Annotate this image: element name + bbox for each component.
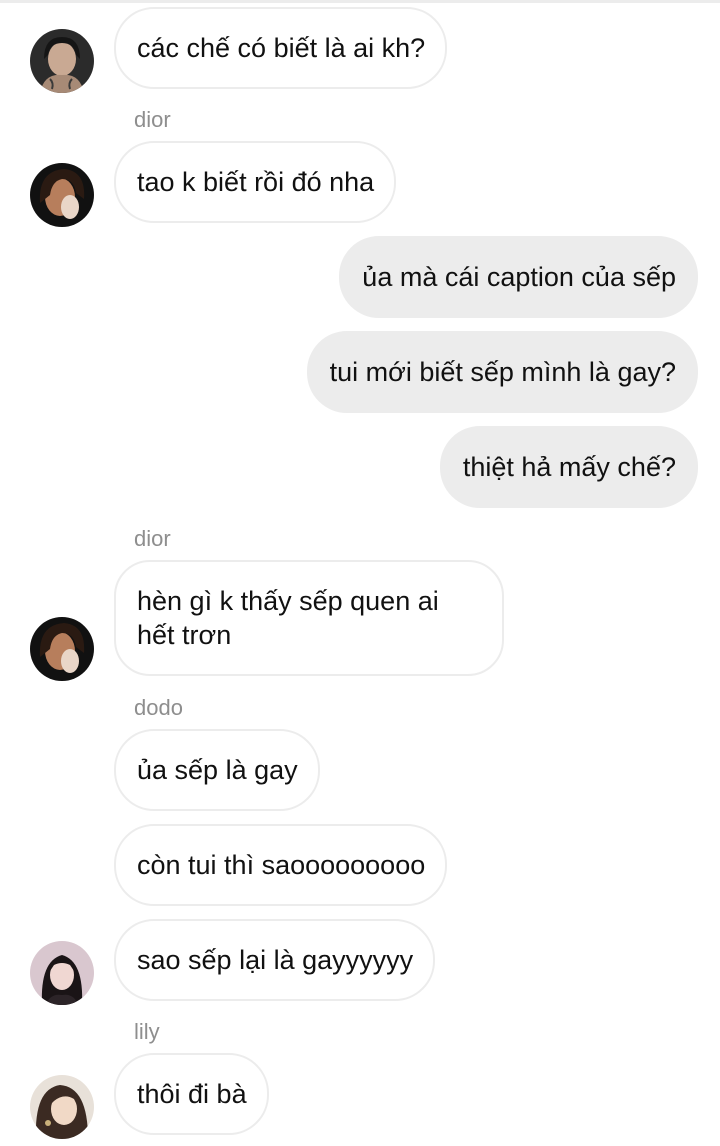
top-divider	[0, 0, 720, 3]
message-bubble[interactable]: hèn gì k thấy sếp quen ai hết trơn	[114, 560, 504, 676]
message-bubble-outgoing[interactable]: ủa mà cái caption của sếp	[339, 236, 698, 318]
message-bubble-outgoing[interactable]: thiệt hả mấy chế?	[439, 426, 698, 508]
sender-name: dodo	[134, 695, 183, 720]
avatar-dior[interactable]	[30, 163, 94, 227]
sender-name: lily	[134, 1019, 160, 1044]
sender-name: dior	[134, 107, 171, 132]
avatar-dior[interactable]	[30, 617, 94, 681]
message-bubble[interactable]: còn tui thì saooooooooo	[114, 824, 448, 906]
message-bubble[interactable]: ủa sếp là gay	[114, 729, 320, 811]
message-bubble[interactable]: sao sếp lại là gayyyyyy	[114, 919, 436, 1001]
avatar-lily[interactable]	[30, 1075, 94, 1139]
avatar-dodo[interactable]	[30, 941, 94, 1005]
sender-name: dior	[134, 526, 171, 551]
message-bubble[interactable]: các chế có biết là ai kh?	[114, 7, 448, 89]
message-bubble[interactable]: thôi đi bà	[114, 1053, 269, 1135]
message-bubble[interactable]: tao k biết rồi đó nha	[114, 141, 397, 223]
avatar-tattoo-woman[interactable]	[30, 29, 94, 93]
message-bubble-outgoing[interactable]: tui mới biết sếp mình là gay?	[306, 331, 698, 413]
